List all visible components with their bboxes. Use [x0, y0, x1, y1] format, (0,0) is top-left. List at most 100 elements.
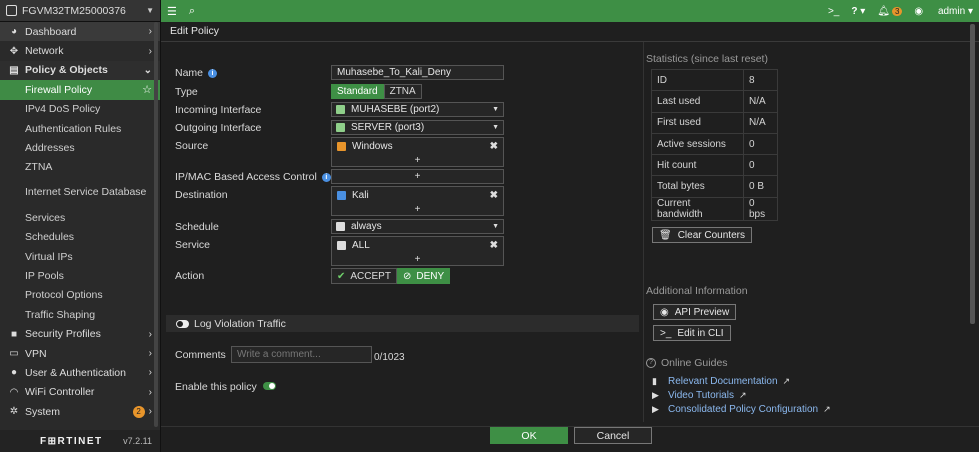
edit-in-cli-button[interactable]: >_ Edit in CLI — [653, 325, 731, 341]
sidebar-item-ip-pools[interactable]: IP Pools — [0, 266, 160, 285]
user-menu[interactable]: ◉ admin ▾ — [914, 6, 973, 17]
chevron-right-icon: › — [148, 45, 152, 57]
stat-value: 0 — [743, 154, 778, 177]
source-field[interactable]: Windows ✖ + — [331, 137, 504, 167]
action-deny-option[interactable]: ⊘ DENY — [396, 268, 451, 284]
log-violation-traffic-toggle[interactable]: Log Violation Traffic — [166, 315, 639, 332]
sidebar-item-network[interactable]: ✥ Network › — [0, 41, 160, 60]
clear-counters-button[interactable]: 🗑︎ Clear Counters — [652, 227, 752, 243]
source-entry: Windows ✖ — [332, 138, 503, 155]
sidebar-item-label: Schedules — [25, 231, 75, 244]
notifications-button[interactable]: 🔔︎ — [877, 6, 890, 17]
add-service-icon[interactable]: + — [332, 254, 503, 265]
chevron-down-icon: ▼ — [146, 6, 154, 15]
device-icon — [6, 5, 17, 16]
sidebar-item-dashboard[interactable]: ◕ Dashboard › — [0, 22, 160, 42]
help-button[interactable]: ? ▾ — [851, 6, 865, 17]
guide-link-documentation[interactable]: ▮ Relevant Documentation ↗ — [652, 376, 790, 387]
title-divider — [161, 41, 979, 42]
table-row: Total bytes 0 B — [651, 175, 778, 198]
action-toggle: ✔ ACCEPT ⊘ DENY — [331, 268, 451, 284]
sidebar-item-firewall-policy[interactable]: Firewall Policy ☆ — [0, 80, 160, 100]
cancel-button[interactable]: Cancel — [574, 427, 652, 444]
sidebar-item-traffic-shaping[interactable]: Traffic Shaping — [0, 305, 160, 324]
add-destination-icon[interactable]: + — [332, 204, 503, 215]
remove-icon[interactable]: ✖ — [490, 141, 498, 152]
search-icon[interactable]: ⌕ — [189, 5, 195, 18]
sidebar-item-label: Security Profiles — [25, 328, 101, 341]
sidebar-item-wifi-controller[interactable]: ◠ WiFi Controller › — [0, 383, 160, 402]
sidebar-item-label: User & Authentication — [25, 366, 126, 379]
sidebar-item-schedules[interactable]: Schedules — [0, 228, 160, 247]
content-scrollbar[interactable] — [970, 24, 975, 324]
remove-icon[interactable]: ✖ — [490, 240, 498, 251]
sidebar-item-label: Protocol Options — [25, 289, 103, 302]
chevron-right-icon: › — [148, 348, 152, 360]
type-standard-option[interactable]: Standard — [331, 84, 384, 99]
user-name: admin — [937, 5, 966, 17]
info-icon[interactable]: i — [321, 172, 331, 182]
sidebar-item-label: Dashboard — [25, 25, 77, 38]
ok-button[interactable]: OK — [490, 427, 568, 444]
notification-count: 3 — [891, 6, 903, 16]
sidebar-item-vpn[interactable]: ▭ VPN › — [0, 344, 160, 363]
info-icon[interactable]: i — [208, 68, 218, 78]
sidebar-item-protocol-options[interactable]: Protocol Options — [0, 286, 160, 305]
sidebar-item-services[interactable]: Services — [0, 208, 160, 227]
cli-console-button[interactable]: >_ — [828, 6, 839, 17]
sidebar-item-virtual-ips[interactable]: Virtual IPs — [0, 247, 160, 266]
incoming-interface-label: Incoming Interface — [175, 104, 262, 116]
toggle-switch[interactable] — [176, 319, 189, 328]
sidebar-item-security-profiles[interactable]: ■ Security Profiles › — [0, 324, 160, 343]
statistics-table: ID 8 Last used N/A First used N/A Active se… — [651, 68, 778, 221]
schedule-label: Schedule — [175, 221, 219, 233]
destination-field[interactable]: Kali ✖ + — [331, 186, 504, 216]
action-accept-option[interactable]: ✔ ACCEPT — [331, 268, 397, 284]
stat-key: Active sessions — [651, 132, 744, 156]
sidebar-scrollbar[interactable] — [154, 22, 158, 427]
ipmac-access-control-field[interactable]: + — [331, 169, 504, 184]
service-field[interactable]: ALL ✖ + — [331, 236, 504, 266]
incoming-interface-select[interactable]: MUHASEBE (port2) ▼ — [331, 102, 504, 117]
enable-policy-toggle[interactable] — [262, 382, 276, 390]
schedule-select[interactable]: always ▼ — [331, 219, 504, 234]
outgoing-interface-label: Outgoing Interface — [175, 122, 262, 134]
sidebar-item-authentication-rules[interactable]: Authentication Rules — [0, 119, 160, 138]
add-source-icon[interactable]: + — [332, 155, 503, 166]
brand-footer: F⊞RTINET v7.2.11 — [0, 430, 160, 452]
menu-icon[interactable]: ☰ — [167, 5, 177, 18]
comments-label: Comments — [175, 349, 226, 361]
policy-icon: ▤ — [9, 64, 19, 76]
stat-key: First used — [651, 111, 744, 134]
destination-entry: Kali ✖ — [332, 187, 503, 204]
sidebar-item-ztna[interactable]: ZTNA — [0, 158, 160, 177]
sidebar-item-user-authentication[interactable]: ● User & Authentication › — [0, 363, 160, 382]
star-icon[interactable]: ☆ — [142, 83, 152, 96]
name-input[interactable]: Muhasebe_To_Kali_Deny — [331, 65, 504, 80]
chevron-right-icon: › — [148, 406, 152, 418]
remove-icon[interactable]: ✖ — [490, 190, 498, 201]
stat-value: 8 — [743, 68, 778, 92]
sidebar-item-ipv4-dos-policy[interactable]: IPv4 DoS Policy — [0, 100, 160, 119]
guide-link-consolidated-policy[interactable]: ▶ Consolidated Policy Configuration ↗ — [652, 404, 831, 415]
sidebar-item-addresses[interactable]: Addresses — [0, 138, 160, 157]
sidebar-item-internet-service-database[interactable]: Internet Service Database — [0, 177, 160, 208]
interface-icon — [336, 105, 345, 114]
chevron-down-icon: ▼ — [492, 106, 499, 113]
comments-input[interactable]: Write a comment... — [231, 346, 372, 363]
guide-link-video-tutorials[interactable]: ▶ Video Tutorials ↗ — [652, 390, 747, 401]
api-preview-button[interactable]: ◉ API Preview — [653, 304, 737, 320]
sidebar-item-policy-objects[interactable]: ▤ Policy & Objects ⌄ — [0, 60, 160, 81]
sidebar: FGVM32TM25000376 ▼ ◕ Dashboard › ✥ Netwo… — [0, 0, 161, 452]
type-ztna-option[interactable]: ZTNA — [383, 84, 422, 99]
sidebar-item-system[interactable]: ✲ System 2 › — [0, 402, 160, 421]
outgoing-interface-select[interactable]: SERVER (port3) ▼ — [331, 120, 504, 135]
address-icon — [337, 191, 346, 200]
terminal-icon: >_ — [660, 327, 672, 339]
additional-info-heading: Additional Information — [646, 285, 748, 297]
add-ipmac-icon[interactable]: + — [332, 170, 503, 183]
type-toggle: Standard ZTNA — [331, 84, 422, 99]
device-selector[interactable]: FGVM32TM25000376 ▼ — [0, 0, 160, 22]
comments-char-count: 0/1023 — [374, 352, 405, 363]
panel-divider — [643, 42, 644, 422]
